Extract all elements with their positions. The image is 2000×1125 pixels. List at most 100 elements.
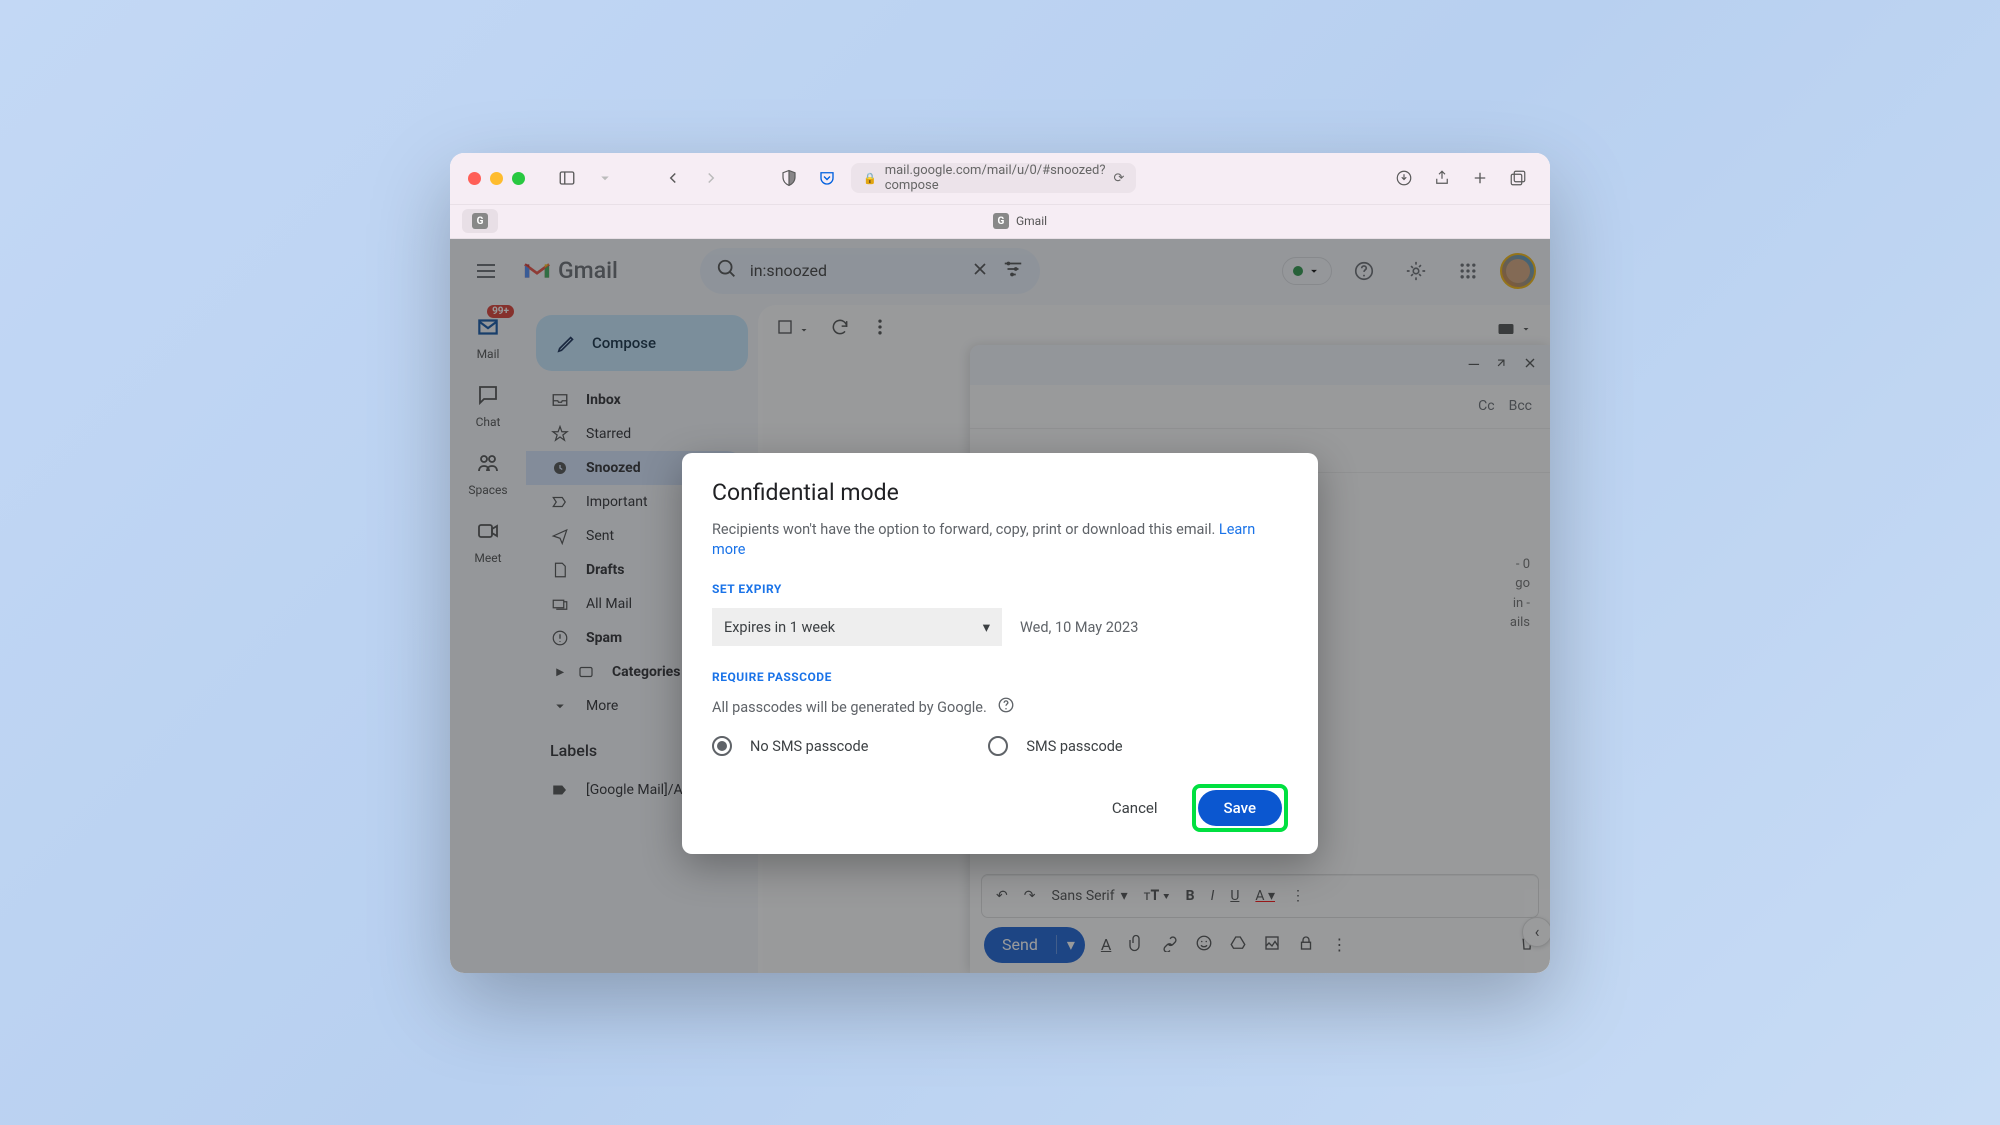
chevron-down-icon[interactable] [591, 164, 619, 192]
more-options-icon[interactable]: ⋮ [1331, 935, 1347, 954]
formatting-toolbar: ↶ ↷ Sans Serif▾ т𝐓 ▾ B I U A ▾ ⋮ [982, 875, 1538, 917]
rail-meet[interactable]: Meet [472, 515, 504, 565]
downloads-icon[interactable] [1390, 164, 1418, 192]
label-icon [550, 781, 570, 799]
expiry-select[interactable]: Expires in 1 week ▾ [712, 608, 1002, 646]
apps-icon[interactable] [1448, 251, 1488, 291]
search-icon [716, 258, 738, 284]
browser-tab-gmail[interactable]: G Gmail [983, 209, 1057, 233]
back-button[interactable] [659, 164, 687, 192]
shield-icon[interactable] [775, 164, 803, 192]
radio-unchecked-icon [988, 736, 1008, 756]
rail-spaces[interactable]: Spaces [468, 447, 507, 497]
clear-search-icon[interactable] [970, 259, 990, 283]
minimize-icon[interactable]: — [1468, 355, 1481, 374]
bold-icon[interactable]: B [1186, 888, 1195, 904]
emoji-icon[interactable] [1195, 934, 1213, 956]
radio-checked-icon [712, 736, 732, 756]
browser-titlebar: 🔒 mail.google.com/mail/u/0/#snoozed?comp… [450, 153, 1550, 205]
link-icon[interactable] [1161, 934, 1179, 956]
text-format-icon[interactable]: A [1101, 935, 1111, 954]
cancel-button[interactable]: Cancel [1098, 791, 1172, 825]
search-input[interactable] [750, 261, 958, 280]
redo-icon[interactable]: ↷ [1024, 888, 1036, 904]
search-bar[interactable] [700, 248, 1040, 294]
recipients-row[interactable]: Cc Bcc [970, 385, 1550, 429]
important-icon [550, 493, 570, 511]
status-chip[interactable] [1282, 257, 1332, 285]
rail-chat[interactable]: Chat [472, 379, 504, 429]
minimize-window-button[interactable] [490, 172, 503, 185]
save-button-highlight: Save [1192, 784, 1288, 832]
expand-icon[interactable] [1494, 355, 1508, 374]
confidential-mode-dialog: Confidential mode Recipients won't have … [682, 453, 1318, 855]
italic-icon[interactable]: I [1211, 888, 1215, 904]
address-bar[interactable]: 🔒 mail.google.com/mail/u/0/#snoozed?comp… [851, 163, 1136, 193]
reload-icon[interactable]: ⟳ [1114, 171, 1125, 186]
window-controls [468, 172, 525, 185]
send-icon [550, 527, 570, 545]
save-button[interactable]: Save [1198, 790, 1282, 826]
more-icon[interactable] [870, 317, 890, 341]
send-options-icon[interactable]: ▾ [1056, 935, 1085, 954]
forward-button[interactable] [697, 164, 725, 192]
attach-icon[interactable] [1127, 934, 1145, 956]
body-snippet: - 0goin -ails [1490, 555, 1530, 633]
input-tools-icon[interactable] [1496, 319, 1532, 339]
sidebar-toggle-icon[interactable] [553, 164, 581, 192]
inbox-icon [550, 391, 570, 409]
close-window-button[interactable] [468, 172, 481, 185]
font-size-icon[interactable]: т𝐓 ▾ [1144, 888, 1170, 904]
gmail-header: Gmail [450, 239, 1550, 303]
image-icon[interactable] [1263, 934, 1281, 956]
help-icon[interactable] [997, 696, 1015, 718]
category-icon [576, 663, 596, 681]
compose-button[interactable]: Compose [536, 315, 748, 371]
main-menu-button[interactable] [464, 249, 508, 293]
text-color-icon[interactable]: A ▾ [1255, 888, 1275, 904]
confidential-icon[interactable] [1297, 934, 1315, 956]
more-formatting-icon[interactable]: ⋮ [1291, 888, 1305, 904]
refresh-icon[interactable] [830, 317, 850, 341]
require-passcode-label: REQUIRE PASSCODE [712, 670, 1288, 684]
new-tab-icon[interactable] [1466, 164, 1494, 192]
maximize-window-button[interactable] [512, 172, 525, 185]
settings-icon[interactable] [1396, 251, 1436, 291]
tab-label: Gmail [1016, 214, 1047, 228]
font-select[interactable]: Sans Serif▾ [1051, 888, 1127, 904]
clock-icon [550, 459, 570, 477]
rail-mail[interactable]: 99+ Mail [472, 311, 504, 361]
send-button[interactable]: Send▾ [984, 927, 1085, 963]
side-panel-toggle[interactable]: ‹ [1522, 917, 1550, 947]
app-rail: 99+ Mail Chat Spaces Meet [450, 303, 526, 973]
compose-header: — [970, 345, 1550, 385]
mail-badge: 99+ [487, 305, 514, 318]
chevron-right-icon: ▸ [550, 664, 570, 680]
pinned-tab[interactable]: G [462, 209, 498, 233]
compose-actions: Send▾ A ⋮ [970, 917, 1550, 973]
bcc-link[interactable]: Bcc [1509, 398, 1532, 414]
gmail-icon [522, 260, 552, 282]
nav-starred[interactable]: Starred [526, 417, 744, 451]
set-expiry-label: SET EXPIRY [712, 582, 1288, 596]
pocket-icon[interactable] [813, 164, 841, 192]
share-icon[interactable] [1428, 164, 1456, 192]
gmail-logo[interactable]: Gmail [522, 257, 618, 284]
chevron-down-icon [550, 697, 570, 715]
tabs-icon[interactable] [1504, 164, 1532, 192]
nav-inbox[interactable]: Inbox [526, 383, 744, 417]
pencil-icon [556, 332, 578, 354]
search-options-icon[interactable] [1002, 258, 1024, 284]
gmail-app: Gmail 99+ Mail [450, 239, 1550, 973]
cc-link[interactable]: Cc [1478, 398, 1494, 414]
sms-radio[interactable]: SMS passcode [988, 736, 1122, 756]
allmail-icon [550, 595, 570, 613]
no-sms-radio[interactable]: No SMS passcode [712, 736, 868, 756]
support-icon[interactable] [1344, 251, 1384, 291]
close-compose-icon[interactable] [1522, 355, 1538, 375]
account-avatar[interactable] [1500, 253, 1536, 289]
undo-icon[interactable]: ↶ [996, 888, 1008, 904]
underline-icon[interactable]: U [1230, 888, 1239, 904]
drive-icon[interactable] [1229, 934, 1247, 956]
select-checkbox[interactable] [776, 318, 810, 340]
